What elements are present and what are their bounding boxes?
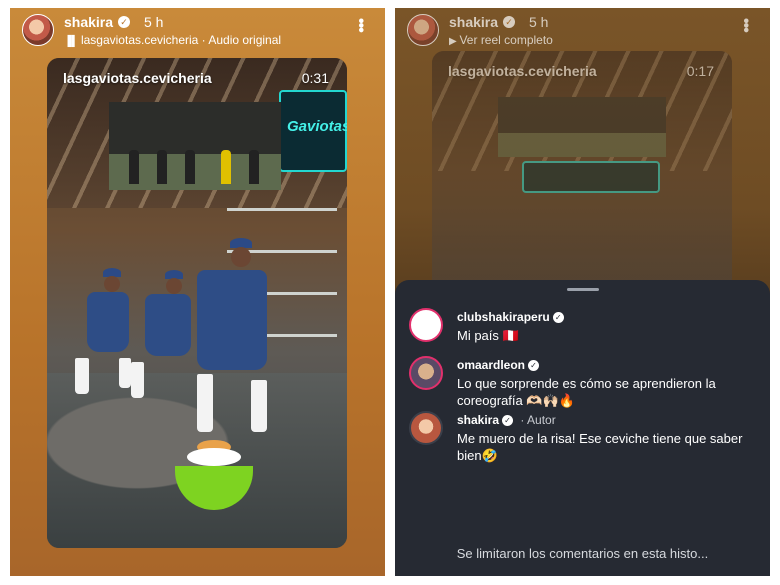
dancer-boot — [131, 362, 144, 398]
reel-link[interactable]: ▶ Ver reel completo — [449, 33, 553, 47]
dancer-boot — [119, 358, 131, 388]
neon-sign-text: Gaviotas — [287, 118, 347, 135]
ceviche-plate — [187, 448, 241, 466]
inset-video — [498, 97, 666, 157]
author-tag: · Autor — [520, 413, 556, 427]
dancer-boot — [197, 374, 213, 432]
inset-dancer — [129, 150, 139, 184]
story-header: shakira ✓ 5 h ▐▌ lasgaviotas.cevicheria … — [22, 12, 373, 48]
dancer — [197, 270, 267, 370]
verified-badge-icon: ✓ — [552, 312, 564, 324]
comment-username[interactable]: omaardleon ✓ — [457, 358, 540, 372]
verified-badge-icon: ✓ — [528, 360, 540, 372]
video-account-tag[interactable]: lasgaviotas.cevicheria — [63, 70, 212, 86]
verified-badge-icon: ✓ — [503, 16, 515, 28]
timestamp: 5 h — [144, 14, 164, 30]
sheet-drag-handle[interactable] — [567, 288, 599, 291]
inset-field — [498, 133, 666, 157]
more-options-icon[interactable]: ••• — [351, 18, 369, 32]
story-header: shakira ✓ 5 h ▶ Ver reel completo ••• — [407, 12, 758, 48]
verified-badge-icon: ✓ — [118, 16, 130, 28]
more-options-icon[interactable]: ••• — [736, 18, 754, 32]
avatar[interactable] — [22, 14, 54, 46]
audio-link[interactable]: ▐▌ lasgaviotas.cevicheria · Audio origin… — [64, 33, 281, 47]
inset-dancer — [157, 150, 167, 184]
verified-badge-icon: ✓ — [502, 415, 514, 427]
avatar[interactable] — [407, 14, 439, 46]
comments-limited-note: Se limitaron los comentarios en esta his… — [456, 546, 709, 561]
inset-dancer — [185, 150, 195, 184]
story-panel-left: shakira ✓ 5 h ▐▌ lasgaviotas.cevicheria … — [10, 8, 385, 576]
neon-sign: Gaviotas — [279, 90, 347, 172]
reel-link-label: Ver reel completo — [459, 33, 553, 47]
video-account-tag[interactable]: lasgaviotas.cevicheria — [448, 63, 597, 79]
video-duration: 0:17 — [686, 63, 714, 79]
comment-text: Mi país 🇵🇪 — [457, 328, 519, 343]
comment-avatar[interactable] — [409, 411, 443, 445]
dancer-boot — [75, 358, 89, 394]
dancer-head — [104, 276, 120, 292]
video-player-dimmed[interactable]: lasgaviotas.cevicheria 0:17 — [432, 51, 732, 291]
dancer-head — [231, 247, 251, 267]
comment-username[interactable]: shakira ✓ · Autor — [457, 413, 556, 427]
video-player[interactable]: Gaviotas lasgaviotas.cevicheria 0:31 — [47, 58, 347, 548]
inset-dancer — [221, 150, 231, 184]
comment-username-text: shakira — [457, 413, 500, 427]
dancer-head — [166, 278, 182, 294]
comment-text: Me muero de la risa! Ese ceviche tiene q… — [457, 431, 743, 463]
username[interactable]: shakira — [64, 14, 113, 30]
comment-text: Lo que sorprende es cómo se aprendieron … — [457, 376, 716, 408]
comment-avatar[interactable] — [409, 308, 443, 342]
comment-username-text: clubshakiraperu — [457, 310, 550, 324]
username[interactable]: shakira — [449, 14, 498, 30]
audio-icon: ▐▌ — [64, 36, 81, 47]
neon-sign — [522, 161, 660, 193]
video-duration: 0:31 — [301, 70, 329, 86]
timestamp: 5 h — [529, 14, 549, 30]
dancer — [87, 292, 129, 352]
audio-label: lasgaviotas.cevicheria · Audio original — [80, 33, 282, 47]
story-panel-right: shakira ✓ 5 h ▶ Ver reel completo ••• la… — [395, 8, 770, 576]
comment-username[interactable]: clubshakiraperu ✓ — [457, 310, 564, 324]
inset-dancer — [249, 150, 259, 184]
inset-video — [109, 102, 281, 190]
comments-sheet: clubshakiraperu ✓ Mi país 🇵🇪 omaardleon ✓ … — [395, 280, 770, 576]
dancer — [145, 294, 191, 356]
reel-icon: ▶ — [449, 36, 460, 47]
comment-username-text: omaardleon — [457, 358, 526, 372]
dancer-boot — [251, 380, 267, 432]
comment-avatar[interactable] — [409, 356, 443, 390]
